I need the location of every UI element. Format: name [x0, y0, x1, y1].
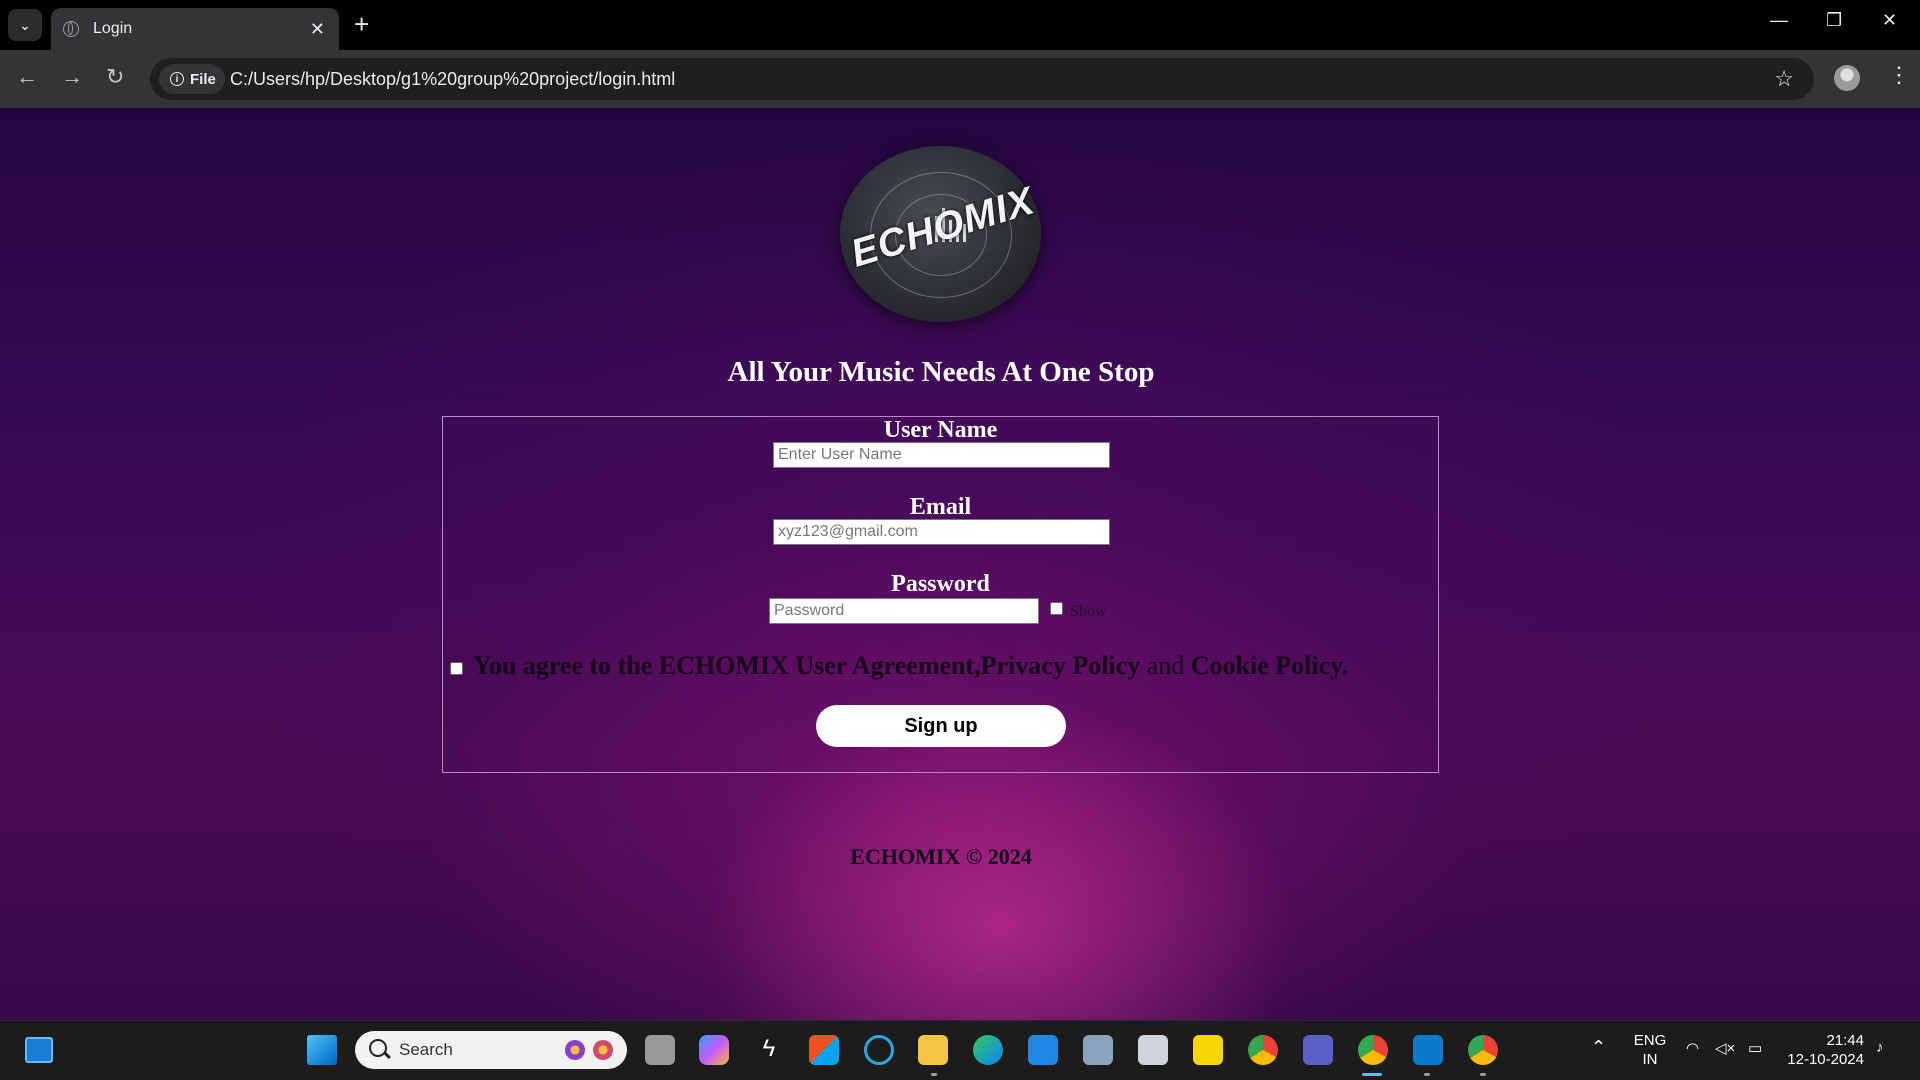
windows-start-icon[interactable] [307, 1035, 337, 1065]
tab-search-button[interactable]: ⌄ [8, 9, 42, 41]
edge-icon[interactable] [973, 1035, 1003, 1065]
password-label: Password [891, 571, 990, 597]
taskbar: Search ϟ ⌃ ENG IN ◠ ◁× ▭ 21:44 12-10-202… [0, 1020, 1920, 1080]
language-indicator[interactable]: ENG IN [1630, 1031, 1670, 1069]
language-line-1: ENG [1633, 1032, 1667, 1049]
microsoft-store-icon[interactable] [809, 1035, 839, 1065]
window-close-icon[interactable]: ✕ [1882, 10, 1897, 31]
search-icon [369, 1039, 387, 1057]
file-chip-label: File [190, 70, 216, 88]
search-highlight-icon [565, 1040, 585, 1060]
volume-muted-icon[interactable]: ◁× [1715, 1039, 1735, 1057]
agreement-links-1[interactable]: You agree to the ECHOMIX User Agreement,… [473, 651, 1140, 680]
agreement-text: You agree to the ECHOMIX User Agreement,… [473, 651, 1348, 681]
minimize-icon[interactable]: — [1770, 10, 1788, 31]
battery-icon[interactable]: ▭ [1748, 1039, 1762, 1057]
chrome-profile-icon[interactable] [1358, 1035, 1388, 1065]
info-icon: i [170, 72, 184, 86]
browser-toolbar: ← → ↻ i File C:/Users/hp/Desktop/g1%20gr… [0, 50, 1920, 108]
show-password-label: Show [1070, 603, 1107, 620]
chrome-guest-icon[interactable] [1468, 1035, 1498, 1065]
agree-checkbox[interactable] [450, 662, 463, 675]
email-input[interactable]: xyz123@gmail.com [773, 519, 1110, 545]
sticky-notes-icon[interactable] [1193, 1035, 1223, 1065]
profile-avatar[interactable] [1834, 65, 1860, 91]
show-password-checkbox[interactable] [1050, 602, 1063, 615]
tagline: All Your Music Needs At One Stop [727, 356, 1155, 388]
forward-arrow-icon[interactable]: → [61, 65, 83, 89]
camera-icon[interactable] [1083, 1035, 1113, 1065]
agreement-and: and [1140, 651, 1191, 680]
notification-bell-icon[interactable]: ♪ [1876, 1039, 1884, 1056]
username-label: User Name [883, 417, 998, 443]
chrome-icon[interactable] [1248, 1035, 1278, 1065]
taskbar-search[interactable]: Search [355, 1031, 627, 1069]
file-explorer-icon[interactable] [918, 1035, 948, 1065]
teams-icon[interactable] [1303, 1035, 1333, 1065]
widgets-icon[interactable] [25, 1037, 53, 1063]
echomix-logo: ECHOMIX [840, 146, 1041, 322]
running-indicator [931, 1073, 937, 1076]
login-page: ECHOMIX All Your Music Needs At One Stop… [0, 108, 1920, 1020]
agreement-links-2[interactable]: Cookie Policy. [1191, 651, 1348, 680]
footer-copyright: ECHOMIX © 2024 [850, 844, 1032, 869]
vscode-icon[interactable] [1413, 1035, 1443, 1065]
cortana-icon[interactable] [864, 1035, 894, 1065]
address-bar[interactable]: i File C:/Users/hp/Desktop/g1%20group%20… [150, 58, 1814, 100]
password-input[interactable]: Password [769, 598, 1039, 624]
calculator-icon[interactable] [1138, 1035, 1168, 1065]
globe-icon [63, 21, 79, 37]
menu-kebab-icon[interactable]: ⋮ [1888, 62, 1910, 88]
username-input[interactable]: Enter User Name [773, 442, 1110, 468]
tab-title: Login [93, 20, 133, 37]
active-indicator [1362, 1073, 1382, 1076]
running-indicator [1424, 1073, 1430, 1076]
site-info-chip[interactable]: i File [159, 64, 225, 94]
browser-tab-bar: ⌄ Login ✕ + — ❐ ✕ [0, 0, 1920, 50]
tab-close-icon[interactable]: ✕ [310, 19, 325, 40]
running-indicator [1480, 1073, 1486, 1076]
bookmark-star-icon[interactable]: ☆ [1774, 66, 1794, 92]
reload-icon[interactable]: ↻ [106, 65, 124, 89]
time-text: 21:44 [1826, 1032, 1864, 1049]
signup-button[interactable]: Sign up [816, 705, 1066, 747]
email-label: Email [909, 494, 972, 520]
language-line-2: IN [1642, 1051, 1658, 1068]
date-text: 12-10-2024 [1787, 1051, 1864, 1068]
search-highlight-icon [593, 1040, 613, 1060]
wifi-icon[interactable]: ◠ [1686, 1039, 1699, 1057]
restore-icon[interactable]: ❐ [1826, 10, 1842, 31]
mail-icon[interactable] [1028, 1035, 1058, 1065]
show-hidden-icons[interactable]: ⌃ [1591, 1037, 1606, 1058]
search-label: Search [399, 1040, 453, 1059]
back-arrow-icon[interactable]: ← [16, 65, 38, 89]
clock[interactable]: 21:44 12-10-2024 [1780, 1031, 1864, 1069]
copilot-icon[interactable] [699, 1035, 729, 1065]
new-tab-button[interactable]: + [354, 10, 369, 38]
signup-form: User Name Enter User Name Email xyz123@g… [442, 416, 1439, 773]
task-view-icon[interactable] [645, 1035, 675, 1065]
lightning-app-icon[interactable]: ϟ [754, 1035, 784, 1065]
url-text[interactable]: C:/Users/hp/Desktop/g1%20group%20project… [230, 69, 675, 90]
browser-tab[interactable]: Login ✕ [51, 8, 339, 50]
